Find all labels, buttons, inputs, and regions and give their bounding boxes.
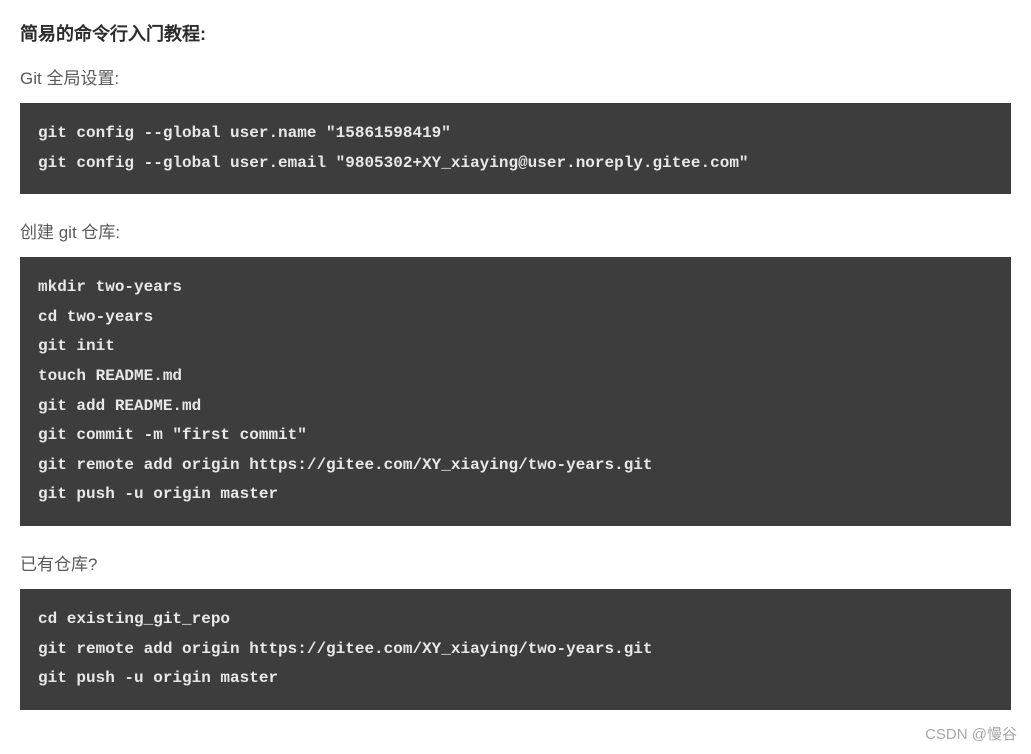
code-block-existing-repo: cd existing_git_repo git remote add orig…: [20, 589, 1011, 710]
page-title: 简易的命令行入门教程:: [20, 20, 1011, 46]
section-subtitle-global-settings: Git 全局设置:: [20, 64, 1011, 89]
code-block-create-repo: mkdir two-years cd two-years git init to…: [20, 257, 1011, 526]
section-subtitle-create-repo: 创建 git 仓库:: [20, 218, 1011, 243]
section-subtitle-existing-repo: 已有仓库?: [20, 550, 1011, 575]
code-block-global-settings: git config --global user.name "158615984…: [20, 103, 1011, 194]
watermark-text: CSDN @慢谷: [925, 723, 1017, 744]
